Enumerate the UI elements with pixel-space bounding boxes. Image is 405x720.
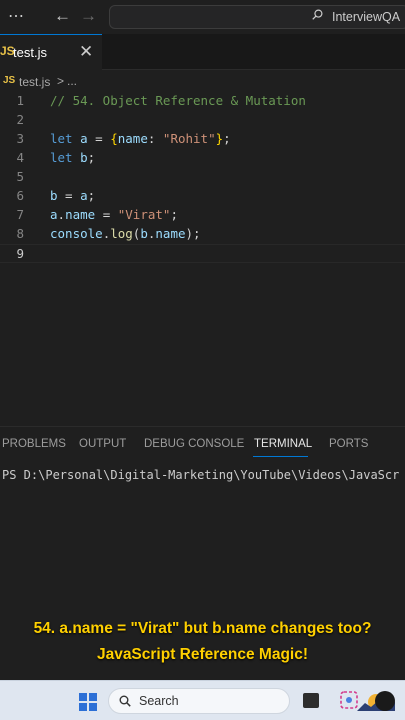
- taskbar-search-label: Search: [139, 694, 179, 708]
- code-token: a: [80, 188, 88, 203]
- search-icon: [119, 695, 131, 707]
- title-bar: ⋯ ← → InterviewQA: [0, 0, 405, 34]
- code-line[interactable]: 9: [0, 244, 405, 263]
- code-token: b: [80, 150, 88, 165]
- task-view-icon[interactable]: [303, 693, 319, 708]
- line-number: 9: [16, 246, 24, 261]
- code-token: a: [50, 207, 58, 222]
- caption-line-1: 54. a.name = "Virat" but b.name changes …: [33, 620, 372, 637]
- command-center-search[interactable]: InterviewQA: [109, 5, 405, 29]
- line-number: 8: [16, 226, 24, 241]
- code-token: let: [50, 131, 73, 146]
- code-line[interactable]: 1 // 54. Object Reference & Mutation: [0, 92, 405, 111]
- code-token: a: [80, 131, 88, 146]
- code-token: );: [185, 226, 201, 241]
- code-editor[interactable]: 1 // 54. Object Reference & Mutation 2 3 let…: [0, 92, 405, 422]
- tab-test-js[interactable]: JS test.js ✕: [0, 34, 102, 70]
- close-icon[interactable]: ✕: [79, 42, 93, 62]
- windows-taskbar: Search: [0, 680, 405, 720]
- tab-label: test.js: [13, 45, 47, 60]
- line-number: 1: [16, 93, 24, 108]
- code-text: console.log(b.name);: [50, 226, 201, 241]
- panel-tabs: PROBLEMS OUTPUT DEBUG CONSOLE TERMINAL P…: [0, 437, 405, 457]
- code-token: .: [57, 207, 66, 222]
- breadcrumb-file[interactable]: test.js: [19, 75, 50, 89]
- code-token: name: [117, 131, 148, 146]
- back-arrow-icon[interactable]: ←: [54, 6, 71, 26]
- code-token: name: [65, 207, 96, 222]
- search-text: InterviewQA: [332, 10, 401, 24]
- code-text: b = a;: [50, 188, 95, 203]
- code-token: console: [50, 226, 103, 241]
- code-token: "Rohit": [162, 131, 216, 146]
- code-token: {: [110, 131, 118, 146]
- line-number: 3: [16, 131, 24, 146]
- tab-output[interactable]: OUTPUT: [79, 438, 126, 450]
- code-token: b: [140, 226, 148, 241]
- forward-arrow-icon[interactable]: →: [80, 6, 97, 26]
- breadcrumb-more[interactable]: ...: [67, 74, 77, 88]
- code-token: :: [147, 131, 163, 146]
- code-line[interactable]: 5: [0, 168, 405, 187]
- more-actions-icon[interactable]: ⋯: [8, 6, 25, 26]
- code-text: let b;: [50, 150, 95, 165]
- line-number: 4: [16, 150, 24, 165]
- github-icon[interactable]: [375, 691, 395, 711]
- code-line[interactable]: 3 let a = {name: "Rohit"};: [0, 130, 405, 149]
- code-text: // 54. Object Reference & Mutation: [50, 93, 306, 108]
- code-token: b: [50, 188, 58, 203]
- snipping-tool-icon[interactable]: [340, 691, 358, 709]
- code-token: "Virat": [117, 207, 171, 222]
- code-line[interactable]: 8 console.log(b.name);: [0, 225, 405, 244]
- code-token: let: [50, 150, 73, 165]
- code-token: ;: [170, 207, 178, 222]
- line-number: 7: [16, 207, 24, 222]
- panel-divider: [0, 426, 405, 427]
- active-tab-indicator: [253, 456, 308, 457]
- code-token: ;: [87, 188, 96, 203]
- search-icon: [312, 9, 323, 20]
- javascript-file-icon: JS: [3, 75, 16, 86]
- breadcrumb: JS test.js > ...: [0, 71, 405, 93]
- line-number: 5: [16, 169, 24, 184]
- caption-line-2: JavaScript Reference Magic!: [96, 646, 309, 663]
- code-text: let a = {name: "Rohit"};: [50, 131, 231, 146]
- code-token: =: [87, 131, 111, 146]
- code-token: }: [215, 131, 224, 146]
- code-token: name: [155, 226, 186, 241]
- code-token: =: [95, 207, 118, 222]
- code-line[interactable]: 2: [0, 111, 405, 130]
- terminal-prompt[interactable]: PS D:\Personal\Digital-Marketing\YouTube…: [2, 468, 399, 482]
- code-line[interactable]: 7 a.name = "Virat";: [0, 206, 405, 225]
- tab-terminal[interactable]: TERMINAL: [254, 438, 312, 450]
- tab-problems[interactable]: PROBLEMS: [2, 438, 66, 450]
- code-token: ;: [223, 131, 231, 146]
- tab-debug-console[interactable]: DEBUG CONSOLE: [144, 438, 244, 450]
- windows-start-icon[interactable]: [79, 693, 97, 711]
- code-line[interactable]: 6 b = a;: [0, 187, 405, 206]
- editor-tab-bar: JS test.js ✕: [0, 34, 405, 70]
- chevron-right-icon: >: [57, 74, 65, 88]
- code-token: // 54. Object Reference & Mutation: [50, 93, 306, 108]
- code-line[interactable]: 4 let b;: [0, 149, 405, 168]
- taskbar-search[interactable]: Search: [108, 688, 395, 714]
- line-number: 2: [16, 112, 24, 127]
- code-token: =: [57, 188, 81, 203]
- code-token: log: [110, 226, 133, 241]
- line-number: 6: [16, 188, 24, 203]
- code-token: ;: [87, 150, 96, 165]
- tab-ports[interactable]: PORTS: [329, 438, 368, 450]
- code-text: a.name = "Virat";: [50, 207, 178, 222]
